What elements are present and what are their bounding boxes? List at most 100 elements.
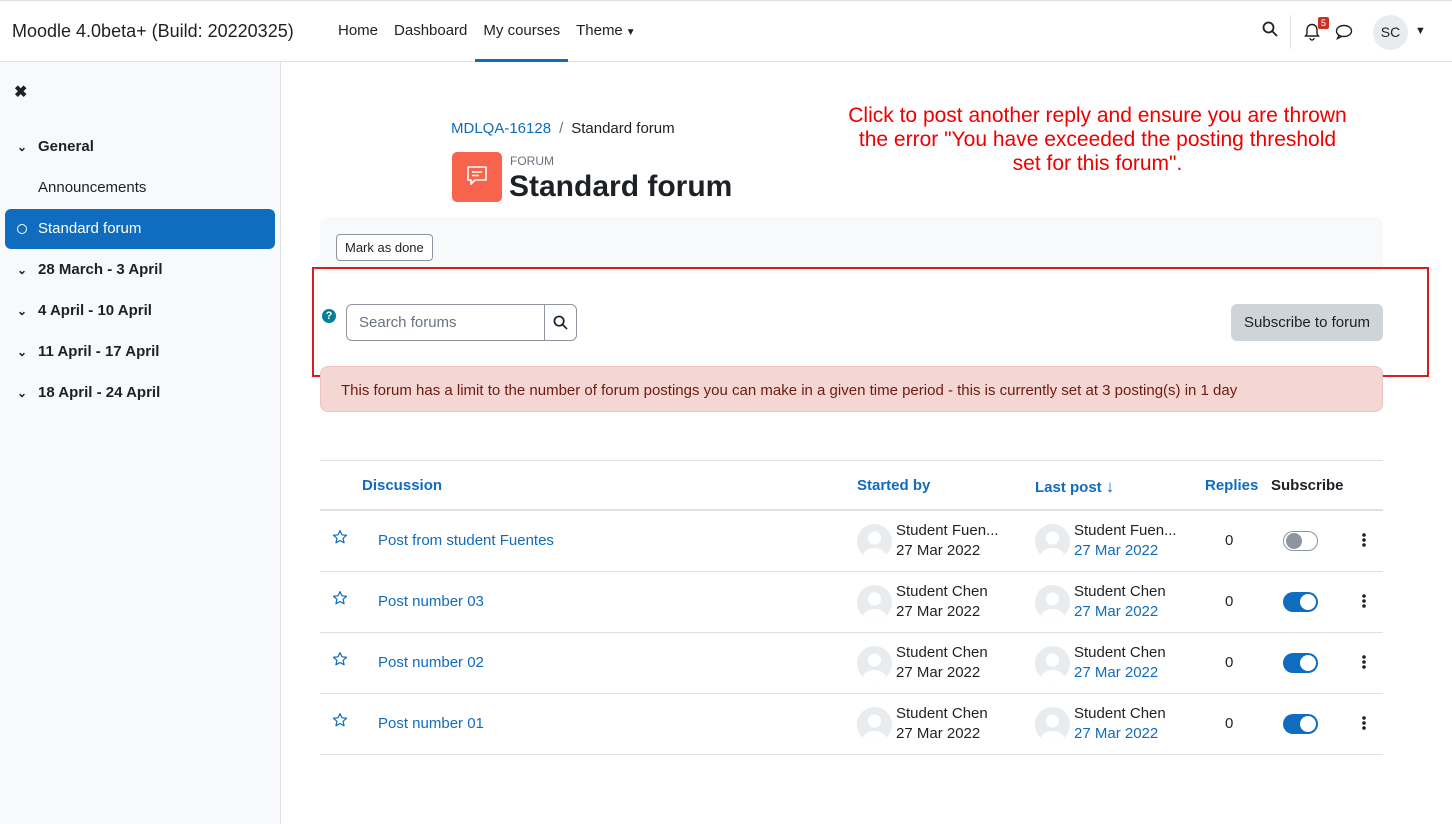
navbar-divider xyxy=(1290,15,1291,49)
message-icon[interactable] xyxy=(1335,24,1353,44)
star-icon[interactable] xyxy=(332,590,348,610)
started-date: 27 Mar 2022 xyxy=(896,725,981,742)
column-header-discussion[interactable]: Discussion xyxy=(362,477,442,494)
nav-my-courses[interactable]: My courses xyxy=(475,1,569,62)
sidebar-item-week-2[interactable]: ⌄ 4 April - 10 April xyxy=(5,291,275,331)
avatar[interactable] xyxy=(1035,707,1070,742)
column-header-last-post[interactable]: Last post ↓ xyxy=(1035,477,1114,497)
avatar[interactable] xyxy=(857,646,892,681)
chevron-down-icon[interactable]: ⌄ xyxy=(17,291,27,331)
avatar[interactable] xyxy=(1035,585,1070,620)
subscribe-toggle[interactable] xyxy=(1283,653,1318,673)
subscribe-to-forum-button[interactable]: Subscribe to forum xyxy=(1231,304,1383,341)
activity-type-label: Forum xyxy=(510,154,554,168)
column-header-subscribe: Subscribe xyxy=(1271,477,1344,494)
last-post-by-name[interactable]: Student Chen xyxy=(1074,583,1166,600)
chevron-down-icon[interactable]: ⌄ xyxy=(17,332,27,372)
discussion-title-link[interactable]: Post number 03 xyxy=(378,593,484,610)
close-icon[interactable]: ✖ xyxy=(14,82,27,102)
sidebar-item-week-4[interactable]: ⌄ 18 April - 24 April xyxy=(5,373,275,413)
started-by-name[interactable]: Student Chen xyxy=(896,705,988,722)
replies-count[interactable]: 0 xyxy=(1225,715,1233,732)
last-post-by-name[interactable]: Student Chen xyxy=(1074,644,1166,661)
search-button[interactable] xyxy=(544,305,576,340)
sidebar-item-general[interactable]: ⌄ General xyxy=(5,127,275,167)
table-header: Discussion Started by Last post ↓ Replies… xyxy=(320,460,1383,511)
avatar[interactable] xyxy=(857,524,892,559)
more-actions-icon[interactable] xyxy=(1362,715,1368,731)
chevron-down-icon[interactable]: ▼ xyxy=(1415,25,1426,37)
started-date: 27 Mar 2022 xyxy=(896,542,981,559)
user-avatar[interactable]: SC xyxy=(1373,15,1408,50)
more-actions-icon[interactable] xyxy=(1362,593,1368,609)
help-icon[interactable]: ? xyxy=(322,309,336,323)
sidebar-item-label: General xyxy=(38,138,94,155)
breadcrumb: MDLQA-16128 / Standard forum xyxy=(451,120,675,137)
instruction-annotation: Click to post another reply and ensure y… xyxy=(848,104,1347,175)
sidebar-item-label: Announcements xyxy=(38,179,147,196)
sidebar-item-announcements[interactable]: Announcements xyxy=(5,168,275,208)
chevron-down-icon[interactable]: ⌄ xyxy=(17,250,27,290)
replies-count[interactable]: 0 xyxy=(1225,654,1233,671)
started-date: 27 Mar 2022 xyxy=(896,603,981,620)
nav-home[interactable]: Home xyxy=(330,1,386,62)
subscribe-toggle[interactable] xyxy=(1283,592,1318,612)
activity-completion-area: Mark as done xyxy=(320,217,1383,273)
search-icon[interactable] xyxy=(1262,21,1278,41)
last-post-by-name[interactable]: Student Chen xyxy=(1074,705,1166,722)
subscribe-toggle[interactable] xyxy=(1283,531,1318,551)
star-icon[interactable] xyxy=(332,651,348,671)
last-post-date-link[interactable]: 27 Mar 2022 xyxy=(1074,603,1158,620)
toggle-knob xyxy=(1286,533,1302,549)
search-group xyxy=(346,304,577,341)
sidebar-item-label: 11 April - 17 April xyxy=(38,343,160,360)
sidebar-item-week-1[interactable]: ⌄ 28 March - 3 April xyxy=(5,250,275,290)
site-name[interactable]: Moodle 4.0beta+ (Build: 20220325) xyxy=(12,21,294,42)
breadcrumb-course-link[interactable]: MDLQA-16128 xyxy=(451,120,551,137)
avatar[interactable] xyxy=(857,707,892,742)
avatar[interactable] xyxy=(1035,646,1070,681)
star-icon[interactable] xyxy=(332,529,348,549)
chevron-down-icon[interactable]: ⌄ xyxy=(17,373,27,413)
last-post-by-name[interactable]: Student Fuen... xyxy=(1074,522,1177,539)
last-post-date-link[interactable]: 27 Mar 2022 xyxy=(1074,542,1158,559)
replies-count[interactable]: 0 xyxy=(1225,593,1233,610)
avatar[interactable] xyxy=(857,585,892,620)
nav-theme[interactable]: Theme ▼ xyxy=(568,1,644,62)
started-by-name[interactable]: Student Fuen... xyxy=(896,522,999,539)
started-by-name[interactable]: Student Chen xyxy=(896,644,988,661)
mark-as-done-button[interactable]: Mark as done xyxy=(336,234,433,261)
chevron-down-icon[interactable]: ⌄ xyxy=(17,127,27,167)
sidebar-item-label: 4 April - 10 April xyxy=(38,302,152,319)
last-post-date-link[interactable]: 27 Mar 2022 xyxy=(1074,725,1158,742)
nav-theme-label: Theme xyxy=(576,22,623,39)
last-post-date-link[interactable]: 27 Mar 2022 xyxy=(1074,664,1158,681)
toggle-knob xyxy=(1300,716,1316,732)
search-input[interactable] xyxy=(347,305,544,340)
chevron-down-icon: ▼ xyxy=(625,27,636,38)
sidebar-item-label: 28 March - 3 April xyxy=(38,261,163,278)
discussion-title-link[interactable]: Post from student Fuentes xyxy=(378,532,554,549)
sort-arrow-down-icon: ↓ xyxy=(1105,477,1115,496)
toggle-knob xyxy=(1300,594,1316,610)
subscribe-toggle[interactable] xyxy=(1283,714,1318,734)
sidebar-item-week-3[interactable]: ⌄ 11 April - 17 April xyxy=(5,332,275,372)
column-header-replies[interactable]: Replies xyxy=(1205,477,1258,494)
replies-count[interactable]: 0 xyxy=(1225,532,1233,549)
sidebar-item-standard-forum[interactable]: Standard forum xyxy=(5,209,275,249)
more-actions-icon[interactable] xyxy=(1362,654,1368,670)
forum-icon xyxy=(452,152,502,202)
sidebar-item-label: 18 April - 24 April xyxy=(38,384,161,401)
toggle-knob xyxy=(1300,655,1316,671)
started-date: 27 Mar 2022 xyxy=(896,664,981,681)
discussion-title-link[interactable]: Post number 02 xyxy=(378,654,484,671)
table-row: Post number 02 Student Chen 27 Mar 2022 Stu… xyxy=(320,633,1383,694)
started-by-name[interactable]: Student Chen xyxy=(896,583,988,600)
top-navbar: Moodle 4.0beta+ (Build: 20220325) Home D… xyxy=(0,0,1452,62)
more-actions-icon[interactable] xyxy=(1362,532,1368,548)
column-header-started-by[interactable]: Started by xyxy=(857,477,930,494)
nav-dashboard[interactable]: Dashboard xyxy=(386,1,475,62)
discussion-title-link[interactable]: Post number 01 xyxy=(378,715,484,732)
avatar[interactable] xyxy=(1035,524,1070,559)
star-icon[interactable] xyxy=(332,712,348,732)
